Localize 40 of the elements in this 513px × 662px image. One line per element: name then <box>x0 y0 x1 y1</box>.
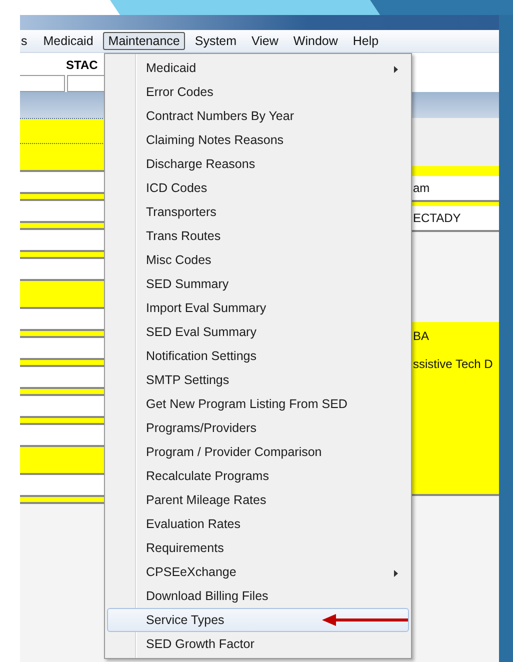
menu-item[interactable]: Programs/Providers <box>107 416 409 440</box>
menu-item[interactable]: Parent Mileage Rates <box>107 488 409 512</box>
field-value: ssistive Tech D <box>412 357 493 371</box>
menu-item[interactable]: Transporters <box>107 200 409 224</box>
menu-item[interactable]: Trans Routes <box>107 224 409 248</box>
menu-item[interactable]: Get New Program Listing From SED <box>107 392 409 416</box>
menu-item[interactable]: Program / Provider Comparison <box>107 440 409 464</box>
menu-item[interactable]: Contract Numbers By Year <box>107 104 409 128</box>
column-label: STAC <box>66 57 99 74</box>
menu-item[interactable]: Requirements <box>107 536 409 560</box>
menu-item[interactable]: Misc Codes <box>107 248 409 272</box>
menu-item[interactable]: Error Codes <box>107 80 409 104</box>
menu-item[interactable]: Recalculate Programs <box>107 464 409 488</box>
menu-item[interactable]: SED Eval Summary <box>107 320 409 344</box>
menu-bar-item[interactable]: Maintenance <box>103 32 185 50</box>
submenu-arrow-icon <box>394 570 398 577</box>
menu-item[interactable]: Service Types <box>107 608 409 632</box>
menu-bar-item[interactable]: System <box>190 32 242 50</box>
menu-item[interactable]: SED Summary <box>107 272 409 296</box>
input-field[interactable] <box>20 75 65 92</box>
menu-item[interactable]: Evaluation Rates <box>107 512 409 536</box>
menu-item[interactable]: Download Billing Files <box>107 584 409 608</box>
menu-bar-item[interactable]: Help <box>348 32 384 50</box>
menu-item[interactable]: Discharge Reasons <box>107 152 409 176</box>
field-value: ECTADY <box>412 211 461 225</box>
menu-item[interactable]: Import Eval Summary <box>107 296 409 320</box>
submenu-arrow-icon <box>394 66 398 73</box>
menu-bar-item[interactable]: View <box>246 32 284 50</box>
menu-bar-item[interactable]: Window <box>288 32 343 50</box>
menu-bar-item[interactable]: s <box>20 32 32 50</box>
field-value: BA <box>412 329 430 343</box>
menu-item[interactable]: SED Growth Factor <box>107 632 409 656</box>
menu-item[interactable]: Claiming Notes Reasons <box>107 128 409 152</box>
menu-item[interactable]: CPSEeXchange <box>107 560 409 584</box>
menu-item[interactable]: Medicaid <box>107 56 409 80</box>
menu-item[interactable]: ICD Codes <box>107 176 409 200</box>
menu-bar-item[interactable]: Medicaid <box>38 32 98 50</box>
menu-item[interactable]: SMTP Settings <box>107 368 409 392</box>
menu-item[interactable]: Notification Settings <box>107 344 409 368</box>
field-value: am <box>412 181 430 195</box>
